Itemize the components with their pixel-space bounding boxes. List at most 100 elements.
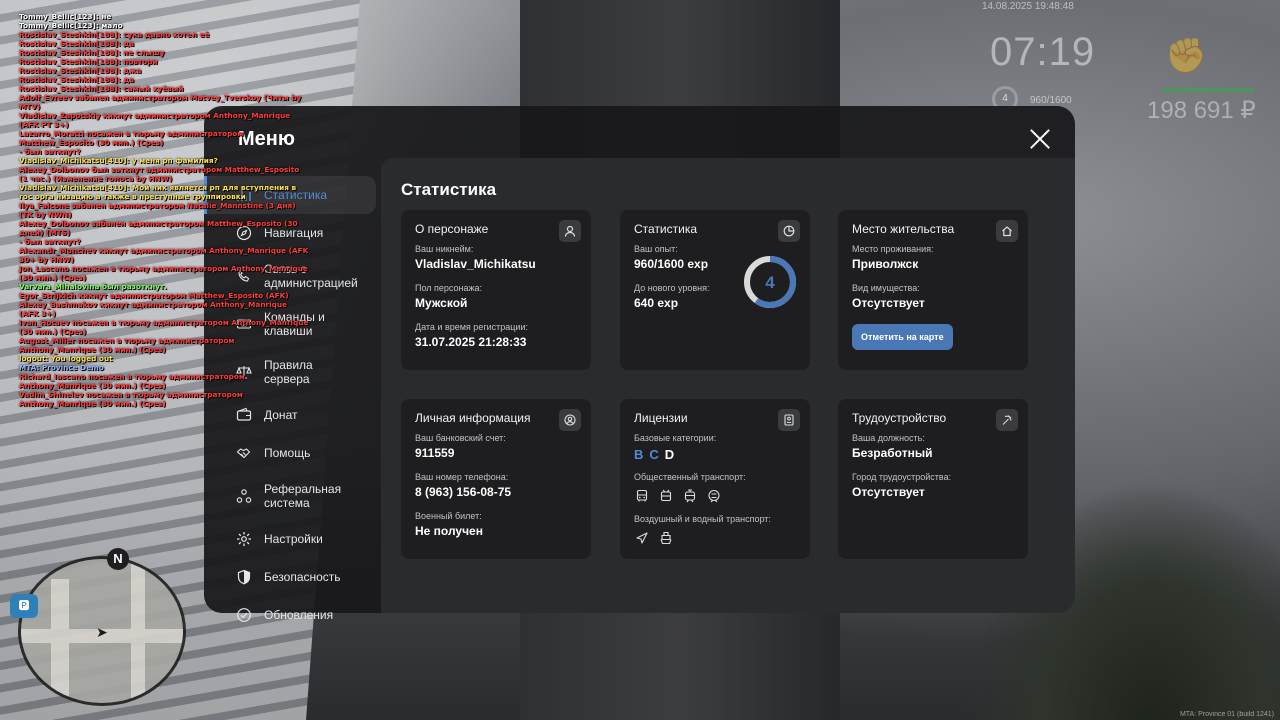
hud-time: 07:19 [990, 30, 1096, 74]
chat-line: Rostislav_Steshkin[188]: да [19, 75, 135, 84]
parking-blip-icon: 🅿 [10, 594, 38, 618]
chat-line: Adolf_Evreev забанен администратором Mat… [19, 93, 302, 111]
position-label: Ваша должность: [852, 433, 925, 443]
ship-icon [658, 530, 674, 546]
chat-line: Alexey_Dolbonov забанен администратором … [19, 219, 298, 237]
phone-label: Ваш номер телефона: [415, 472, 509, 482]
north-indicator: N [107, 548, 129, 570]
license-category: D [664, 447, 681, 462]
bank-label: Ваш банковский счет: [415, 433, 506, 443]
chat-line: Ilya_Falcone забанен администратором Nat… [19, 201, 296, 219]
chat-line: Rostislav_Steshkin[188]: сука давно хоте… [19, 30, 210, 39]
phone-value: 8 (963) 156-08-75 [415, 485, 512, 499]
gender-value: Мужской [415, 296, 468, 310]
bank-value: 911559 [415, 446, 455, 460]
military-value: Не получен [415, 524, 483, 538]
residence-label: Место проживания: [852, 244, 934, 254]
card-title: Трудоустройство [852, 411, 947, 425]
bus-icon [634, 488, 650, 504]
card-employment: Трудоустройство Ваша должность: Безработ… [838, 399, 1028, 559]
nav-label: Помощь [264, 446, 311, 460]
public-transport-label: Общественный транспорт: [634, 472, 746, 482]
chat-line: Varvara_Mihalovina был разоткнут. [19, 282, 167, 291]
nav-item[interactable]: Настройки [204, 520, 376, 558]
wallet-icon [236, 407, 252, 423]
level-progress-ring: 4 [744, 256, 796, 308]
nav-item[interactable]: Безопасность [204, 558, 376, 596]
chat-line: Richard_Iascano посажен в тюрьму админис… [19, 372, 245, 390]
level-value: 4 [765, 273, 775, 292]
chat-line: logout: You logged out [19, 354, 113, 363]
card-title: Место жительства [852, 222, 955, 236]
chat-line: Tommy_Bellic[123]: мало [19, 21, 123, 30]
military-label: Военный билет: [415, 511, 482, 521]
chat-line: Rostislav_Steshkin[188]: не слышу [19, 48, 165, 57]
nav-item[interactable]: Реферальная система [204, 472, 376, 520]
pie-chart-icon [778, 220, 800, 242]
chat-line: Alexey_Bashmakov кикнут администратором … [19, 300, 287, 318]
chat-line: Vadim_Shinelev посажен в тюрьму админист… [19, 390, 243, 408]
nav-label: Реферальная система [264, 482, 342, 510]
trolleybus-icon [658, 488, 674, 504]
card-title: О персонаже [415, 222, 489, 236]
chat-line: - был заткнут? [19, 147, 81, 156]
license-category: C [649, 447, 665, 462]
stats-title: Статистика [401, 180, 497, 199]
license-category: B [634, 447, 650, 462]
nav-item[interactable]: Обновления [204, 596, 376, 634]
chat-line: Alexandr_Munchev кикнут администратором … [19, 246, 309, 264]
handshake-icon [236, 445, 252, 461]
nav-label: Донат [264, 408, 298, 422]
card-residence: Место жительства Место проживания: Приво… [838, 210, 1028, 370]
mark-on-map-button[interactable]: Отметить на карте [852, 324, 953, 350]
card-title: Личная информация [415, 411, 531, 425]
nav-item[interactable]: Помощь [204, 434, 376, 472]
fist-icon: ✊ [1165, 37, 1208, 75]
chat-line: Alexey_Dolbonov был заткнут администрато… [19, 165, 300, 183]
house-icon [996, 220, 1018, 242]
pickaxe-icon [996, 409, 1018, 431]
close-button[interactable] [1029, 128, 1051, 150]
referral-icon [236, 488, 252, 504]
chat-line: MTA: Province Demo [19, 363, 104, 372]
watermark: MTA: Province 01 (build 1241) [1179, 711, 1274, 718]
residence-value: Приволжск [852, 257, 919, 271]
health-bar [1162, 88, 1254, 92]
plane-icon [634, 530, 650, 546]
card-character: О персонаже Ваш никнейм: Vladislav_Michi… [401, 210, 591, 370]
card-statistics: Статистика Ваш опыт: 960/1600 exp До нов… [620, 210, 810, 370]
chat-line: Rostislav_Steshkin[188]: да [19, 39, 135, 48]
registration-label: Дата и время регистрации: [415, 322, 528, 332]
menu-window: Меню Статистика Навигация Связь с админист… [204, 106, 1075, 622]
basic-categories-label: Базовые категории: [634, 433, 717, 443]
card-title: Статистика [634, 222, 698, 236]
chat-line: Jon_Lascano посажен в тюрьму администрат… [19, 264, 308, 282]
nav-label: Обновления [264, 608, 334, 622]
license-categories: BCD [634, 447, 796, 462]
chat-line: Rostislav_Steshkin[188]: самый хуёвый [19, 84, 184, 93]
player-arrow-icon: ➤ [96, 624, 108, 640]
card-personal: Личная информация Ваш банковский счет: 9… [401, 399, 591, 559]
stats-panel: Статистика О персонаже Ваш никнейм: Vlad… [381, 158, 1075, 613]
shield-icon [236, 569, 252, 585]
registration-value: 31.07.2025 21:28:33 [415, 335, 527, 349]
card-title: Лицензии [634, 411, 688, 425]
property-value: Отсутствует [852, 296, 925, 310]
metro-icon [706, 488, 722, 504]
user-circle-icon [559, 409, 581, 431]
employment-city-label: Город трудоустройства: [852, 472, 952, 482]
tram-icon [682, 488, 698, 504]
hud-exp: 960/1600 [1030, 95, 1072, 106]
chat-line: Ivan_Hotaev посажен в тюрьму администрат… [19, 318, 309, 336]
chat-line: Rostislav_Steshkin[188]: джа [19, 66, 142, 75]
exp-label: Ваш опыт: [634, 244, 678, 254]
employment-city-value: Отсутствует [852, 485, 925, 499]
id-card-icon [778, 409, 800, 431]
chat-line: Tommy_Bellic[123]: не [19, 12, 112, 21]
nickname-value: Vladislav_Michikatsu [415, 257, 536, 271]
air-water-transport-label: Воздушный и водный транспорт: [634, 514, 771, 524]
nav-label: Настройки [264, 532, 323, 546]
gender-label: Пол персонажа: [415, 283, 483, 293]
property-label: Вид имущества: [852, 283, 920, 293]
nav-label: Безопасность [264, 570, 341, 584]
